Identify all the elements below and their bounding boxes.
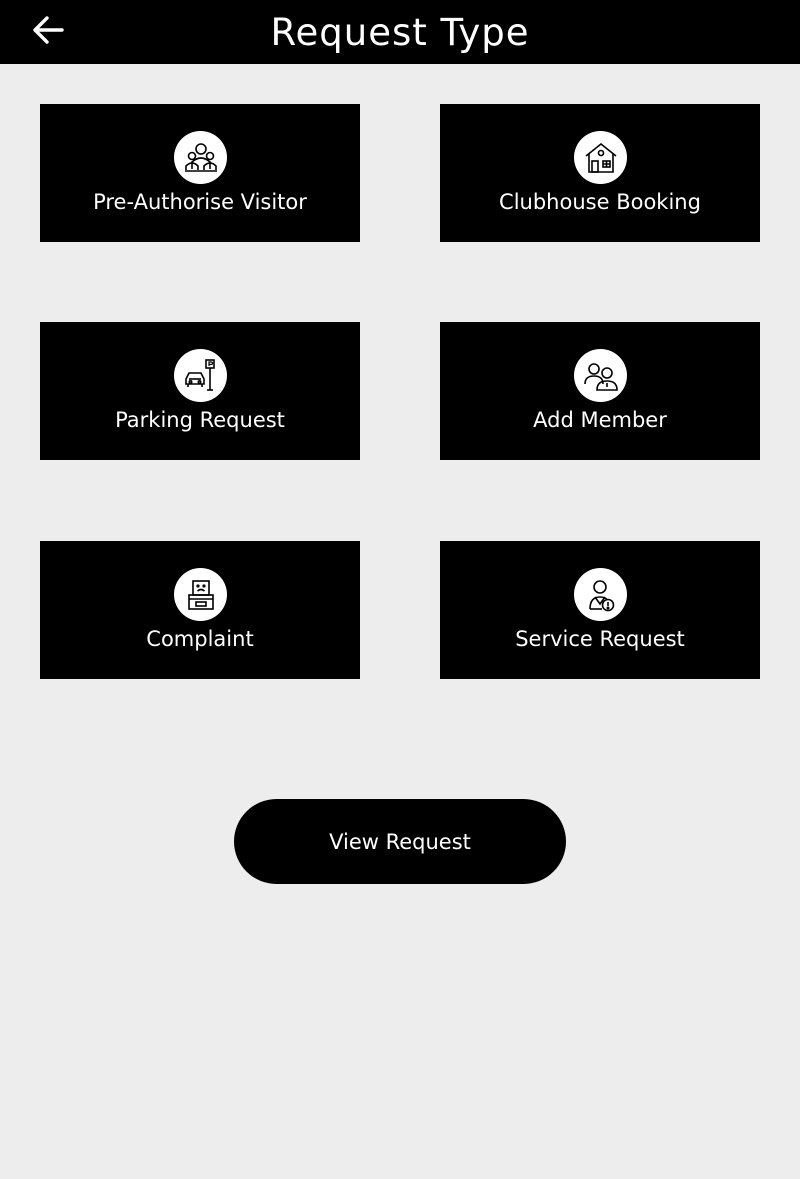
tile-parking-request[interactable]: Parking Request — [40, 322, 360, 460]
complaint-icon — [187, 579, 214, 610]
service-request-icon — [588, 579, 614, 611]
add-member-icon — [583, 362, 618, 391]
tile-label: Add Member — [533, 408, 667, 432]
icon-circle — [574, 349, 627, 402]
tile-label: Complaint — [146, 627, 254, 651]
icon-circle — [174, 349, 227, 402]
tile-pre-authorise-visitor[interactable]: Pre-Authorise Visitor — [40, 104, 360, 242]
tile-complaint[interactable]: Complaint — [40, 541, 360, 679]
icon-circle — [174, 568, 227, 621]
tile-clubhouse-booking[interactable]: Clubhouse Booking — [440, 104, 760, 242]
tile-service-request[interactable]: Service Request — [440, 541, 760, 679]
icon-circle — [174, 131, 227, 184]
tile-add-member[interactable]: Add Member — [440, 322, 760, 460]
tile-label: Clubhouse Booking — [499, 190, 701, 214]
parking-icon — [184, 358, 215, 391]
top-app-bar: Request Type — [0, 0, 800, 64]
tile-label: Pre-Authorise Visitor — [93, 190, 307, 214]
icon-circle — [574, 568, 627, 621]
page-title: Request Type — [270, 11, 530, 54]
view-request-button[interactable]: View Request — [234, 799, 566, 884]
tile-label: Parking Request — [115, 408, 285, 432]
clubhouse-icon — [585, 142, 616, 173]
visitors-icon — [184, 142, 217, 172]
tile-label: Service Request — [515, 627, 685, 651]
icon-circle — [574, 131, 627, 184]
